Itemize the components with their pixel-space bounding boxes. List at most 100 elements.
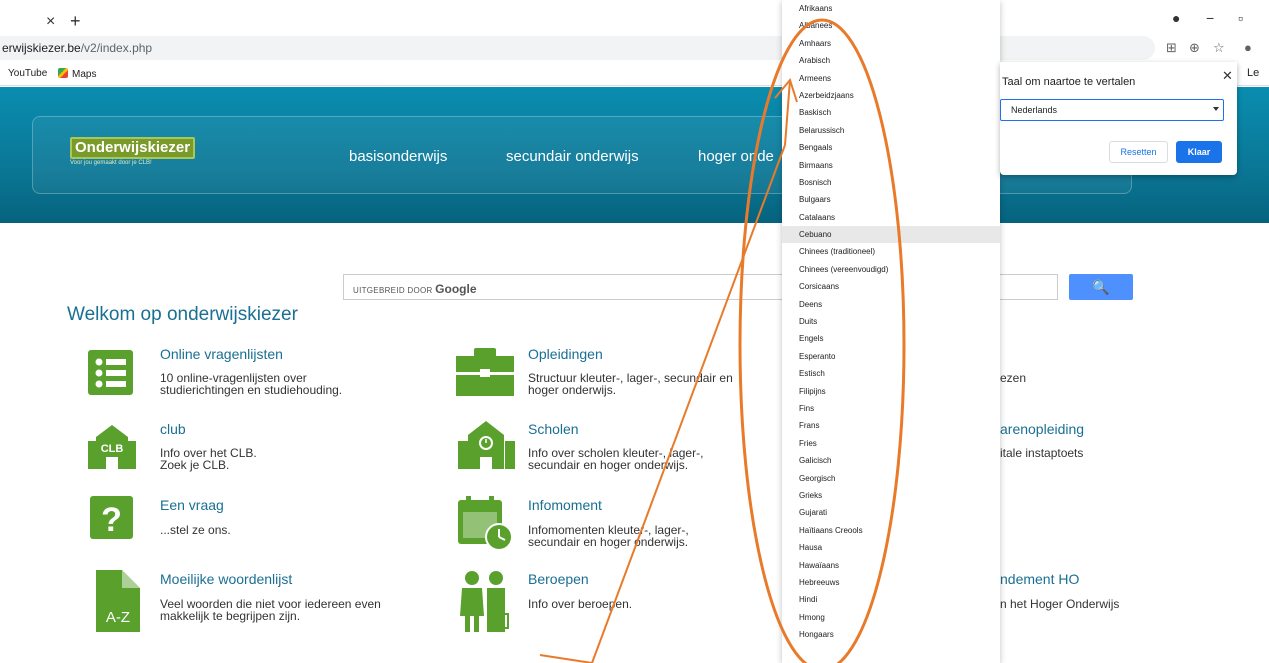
- maps-icon: [58, 68, 68, 78]
- tile-desc-scholen-2: secundair en hoger onderwijs.: [528, 458, 689, 472]
- translate-icon[interactable]: ⊞: [1166, 40, 1177, 56]
- language-dropdown-list[interactable]: Afrikaans Albanees Amhaars Arabisch Armeens A…: [782, 0, 1000, 663]
- tile-title-opleidingen[interactable]: Opleidingen: [528, 346, 603, 362]
- site-logo[interactable]: Onderwijskiezer Voor jou gemaakt door je…: [70, 137, 196, 166]
- list-icon[interactable]: [88, 350, 133, 395]
- nav-basisonderwijs[interactable]: basisonderwijs: [349, 148, 447, 165]
- right-fragment-5: n het Hoger Onderwijs: [1000, 597, 1120, 611]
- language-option[interactable]: Corsicaans: [782, 278, 1000, 295]
- page-title: Welkom op onderwijskiezer: [67, 304, 298, 325]
- professions-icon[interactable]: [460, 568, 510, 632]
- target-language-select[interactable]: Nederlands: [1000, 99, 1224, 121]
- clb-building-icon[interactable]: CLB: [88, 423, 136, 469]
- language-option[interactable]: Frans: [782, 417, 1000, 434]
- language-option[interactable]: Haïtiaans Creools: [782, 522, 1000, 539]
- selected-language: Nederlands: [1011, 105, 1058, 115]
- tile-title-vragenlijsten[interactable]: Online vragenlijsten: [160, 346, 283, 362]
- reset-button[interactable]: Resetten: [1109, 141, 1168, 163]
- zoom-icon[interactable]: ⊕: [1189, 40, 1200, 56]
- language-option[interactable]: Armeens: [782, 70, 1000, 87]
- tile-title-vraag[interactable]: Een vraag: [160, 497, 224, 513]
- svg-text:CLB: CLB: [101, 443, 124, 455]
- svg-text:?: ?: [101, 501, 122, 539]
- language-option[interactable]: Catalaans: [782, 209, 1000, 226]
- language-option[interactable]: Gujarati: [782, 504, 1000, 521]
- right-fragment-4[interactable]: ndement HO: [1000, 571, 1079, 587]
- tile-desc-opleidingen-2: hoger onderwijs.: [528, 383, 617, 397]
- logo-tagline: Voor jou gemaakt door je CLB!: [70, 160, 152, 166]
- language-option[interactable]: Belarussisch: [782, 122, 1000, 139]
- language-option[interactable]: Arabisch: [782, 52, 1000, 69]
- tile-desc-vraag-1: ...stel ze ons.: [160, 523, 231, 537]
- tile-title-woordenlijst[interactable]: Moeilijke woordenlijst: [160, 571, 292, 587]
- language-option[interactable]: Bosnisch: [782, 174, 1000, 191]
- svg-text:A-Z: A-Z: [106, 609, 130, 626]
- language-option[interactable]: Albanees: [782, 17, 1000, 34]
- language-option[interactable]: Deens: [782, 296, 1000, 313]
- right-fragment-1: ezen: [1000, 371, 1027, 385]
- language-option[interactable]: Bengaals: [782, 139, 1000, 156]
- language-option[interactable]: Hausa: [782, 539, 1000, 556]
- right-fragment-2[interactable]: arenopleiding: [1000, 421, 1084, 437]
- tile-desc-beroepen-1: Info over beroepen.: [528, 597, 633, 611]
- annotation-arrow-tail: [539, 654, 593, 663]
- account-icon[interactable]: ●: [1244, 40, 1252, 55]
- question-icon[interactable]: ?: [90, 496, 133, 539]
- url-text: erwijskiezer.be/v2/index.php: [2, 41, 153, 55]
- translate-title: Taal om naartoe te vertalen: [1002, 76, 1136, 88]
- right-fragment-3: itale instaptoets: [1000, 446, 1084, 460]
- language-option[interactable]: Hmong: [782, 609, 1000, 626]
- language-option[interactable]: Afrikaans: [782, 0, 1000, 17]
- language-option[interactable]: Baskisch: [782, 104, 1000, 121]
- language-option[interactable]: Chinees (traditioneel): [782, 243, 1000, 260]
- language-option[interactable]: Azerbeidzjaans: [782, 87, 1000, 104]
- language-option[interactable]: Fins: [782, 400, 1000, 417]
- tile-desc-woordenlijst-2: makkelijk te begrijpen zijn.: [160, 609, 301, 623]
- language-option[interactable]: Esperanto: [782, 348, 1000, 365]
- bookmark-maps[interactable]: Maps: [58, 68, 96, 80]
- done-button[interactable]: Klaar: [1176, 141, 1222, 163]
- tile-title-beroepen[interactable]: Beroepen: [528, 571, 589, 587]
- language-option[interactable]: Hebreeuws: [782, 574, 1000, 591]
- search-button[interactable]: 🔍: [1069, 274, 1133, 300]
- language-option[interactable]: Georgisch: [782, 470, 1000, 487]
- language-option[interactable]: Birmaans: [782, 157, 1000, 174]
- bookmark-youtube[interactable]: YouTube: [8, 68, 47, 79]
- tab-close-button[interactable]: ×: [46, 13, 55, 31]
- bookmark-star-icon[interactable]: ☆: [1213, 40, 1225, 56]
- language-option[interactable]: Hongaars: [782, 626, 1000, 643]
- tile-desc-vragenlijsten-2: studierichtingen en studiehouding.: [160, 383, 343, 397]
- language-option[interactable]: Galicisch: [782, 452, 1000, 469]
- language-option[interactable]: Duits: [782, 313, 1000, 330]
- chevron-down-icon: [1213, 107, 1219, 111]
- language-option[interactable]: Fries: [782, 435, 1000, 452]
- nav-secundair-onderwijs[interactable]: secundair onderwijs: [506, 148, 639, 165]
- address-bar: erwijskiezer.be/v2/index.php ⊞ ⊕ ☆ ●: [0, 36, 1269, 62]
- profile-icon[interactable]: ●: [1172, 10, 1180, 26]
- side-panel-label[interactable]: Le: [1247, 67, 1259, 79]
- new-tab-button[interactable]: +: [70, 11, 81, 32]
- tile-desc-clb-2: Zoek je CLB.: [160, 458, 230, 472]
- language-option[interactable]: Chinees (vereenvoudigd): [782, 261, 1000, 278]
- school-icon[interactable]: [458, 419, 515, 469]
- dictionary-icon[interactable]: A-Z: [96, 570, 140, 632]
- language-option[interactable]: Hawaïaans: [782, 557, 1000, 574]
- language-option[interactable]: Filipijns: [782, 383, 1000, 400]
- tile-title-infomoment[interactable]: Infomoment: [528, 497, 602, 513]
- close-icon[interactable]: ✕: [1222, 68, 1233, 84]
- language-option[interactable]: Grieks: [782, 487, 1000, 504]
- language-option[interactable]: Cebuano: [782, 226, 1000, 244]
- restore-icon[interactable]: ▫: [1238, 10, 1243, 26]
- language-option[interactable]: Amhaars: [782, 35, 1000, 52]
- calendar-clock-icon[interactable]: [458, 496, 514, 551]
- tile-title-clb[interactable]: club: [160, 421, 186, 437]
- nav-hoger-onderwijs[interactable]: hoger onde: [698, 148, 774, 165]
- tile-title-scholen[interactable]: Scholen: [528, 421, 579, 437]
- language-option[interactable]: Bulgaars: [782, 191, 1000, 208]
- language-option[interactable]: Hindi: [782, 591, 1000, 608]
- language-option[interactable]: Engels: [782, 330, 1000, 347]
- tile-desc-infomoment-2: secundair en hoger onderwijs.: [528, 535, 689, 549]
- language-option[interactable]: Estisch: [782, 365, 1000, 382]
- briefcase-icon[interactable]: [456, 348, 514, 396]
- minimize-icon[interactable]: −: [1206, 10, 1214, 26]
